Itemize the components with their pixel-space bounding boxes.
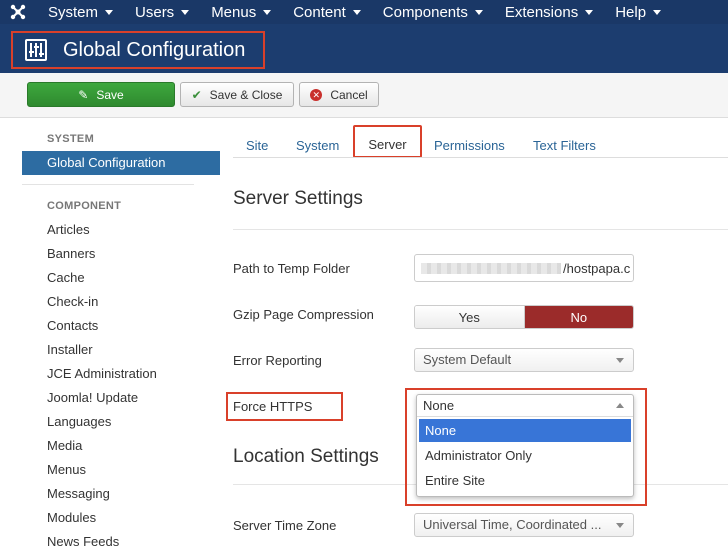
sidebar-item-installer[interactable]: Installer <box>47 342 93 357</box>
force-https-dropdown[interactable]: None None Administrator Only Entire Site <box>416 394 634 497</box>
top-menu-bar: System Users Menus Content Components Ex… <box>0 0 728 24</box>
sidebar-item-media[interactable]: Media <box>47 438 82 453</box>
gzip-toggle: Yes No <box>414 305 634 329</box>
tab-divider <box>233 157 728 158</box>
save-button-label: Save <box>96 87 124 102</box>
sidebar-item-joomla-update[interactable]: Joomla! Update <box>47 390 138 405</box>
location-settings-heading: Location Settings <box>233 446 379 467</box>
server-timezone-value: Universal Time, Coordinated ... <box>423 517 602 532</box>
chevron-down-icon <box>653 9 662 15</box>
joomla-logo-icon-svg <box>10 4 26 20</box>
menu-components-label: Components <box>382 3 468 21</box>
gzip-label: Gzip Page Compression <box>233 307 374 322</box>
sidebar-item-menus[interactable]: Menus <box>47 462 86 477</box>
server-settings-heading: Server Settings <box>233 188 363 209</box>
menu-menus[interactable]: Menus <box>199 0 281 24</box>
sidebar-item-jce-administration[interactable]: JCE Administration <box>47 366 157 381</box>
force-https-current-value[interactable]: None <box>417 395 633 417</box>
https-option-administrator-only[interactable]: Administrator Only <box>419 444 631 467</box>
force-https-label: Force HTTPS <box>233 399 313 414</box>
error-reporting-select[interactable]: System Default <box>414 348 634 372</box>
menu-content[interactable]: Content <box>281 0 371 24</box>
menu-help-label: Help <box>615 3 647 21</box>
page-title: Global Configuration <box>63 38 246 61</box>
temp-folder-input[interactable]: /hostpapa.c <box>414 254 634 282</box>
server-timezone-label: Server Time Zone <box>233 518 337 533</box>
menu-content-label: Content <box>293 3 346 21</box>
tab-server-label: Server <box>368 137 407 152</box>
menu-extensions[interactable]: Extensions <box>493 0 603 24</box>
toolbar: ✎ Save ✔ Save & Close ✕ Cancel <box>0 73 728 118</box>
sidebar-item-languages[interactable]: Languages <box>47 414 111 429</box>
sidebar-item-banners[interactable]: Banners <box>47 246 95 261</box>
chevron-down-icon <box>105 9 114 15</box>
menu-users-label: Users <box>135 3 175 21</box>
chevron-down-icon <box>616 523 624 528</box>
chevron-down-icon <box>616 358 624 363</box>
tab-text-filters[interactable]: Text Filters <box>533 138 596 153</box>
joomla-logo-icon[interactable] <box>0 0 36 24</box>
https-option-entire-site[interactable]: Entire Site <box>419 469 631 492</box>
close-circle-icon: ✕ <box>310 88 323 101</box>
tab-server[interactable]: Server <box>353 125 422 158</box>
https-option-none[interactable]: None <box>419 419 631 442</box>
sliders-icon <box>25 39 47 61</box>
menu-system-label: System <box>48 3 99 21</box>
menu-menus-label: Menus <box>211 3 257 21</box>
error-reporting-value: System Default <box>423 352 512 367</box>
edit-icon: ✎ <box>78 87 89 102</box>
gzip-yes-button[interactable]: Yes <box>415 306 525 328</box>
menu-system[interactable]: System <box>36 0 123 24</box>
sidebar-item-check-in[interactable]: Check-in <box>47 294 98 309</box>
chevron-down-icon <box>585 9 594 15</box>
temp-folder-label: Path to Temp Folder <box>233 261 350 276</box>
tab-permissions[interactable]: Permissions <box>434 138 505 153</box>
menu-components[interactable]: Components <box>371 0 493 24</box>
cancel-label: Cancel <box>330 87 368 102</box>
sidebar: SYSTEM Global Configuration COMPONENT Ar… <box>22 118 220 547</box>
sidebar-item-news-feeds[interactable]: News Feeds <box>47 534 119 547</box>
chevron-up-icon <box>616 403 624 408</box>
server-timezone-select[interactable]: Universal Time, Coordinated ... <box>414 513 634 537</box>
menu-extensions-label: Extensions <box>504 3 579 21</box>
error-reporting-label: Error Reporting <box>233 353 322 368</box>
chevron-down-icon <box>181 9 190 15</box>
tab-site[interactable]: Site <box>246 138 268 153</box>
check-icon: ✔ <box>191 87 202 102</box>
save-button[interactable]: ✎ Save <box>27 82 175 107</box>
tab-system[interactable]: System <box>296 138 339 153</box>
sidebar-divider <box>22 184 194 185</box>
sidebar-item-messaging[interactable]: Messaging <box>47 486 110 501</box>
chevron-down-icon <box>474 9 483 15</box>
force-https-value: None <box>423 398 455 413</box>
temp-folder-value: /hostpapa.c <box>563 261 631 276</box>
sidebar-item-modules[interactable]: Modules <box>47 510 96 525</box>
cancel-button[interactable]: ✕ Cancel <box>299 82 379 107</box>
chevron-down-icon <box>263 9 272 15</box>
sidebar-item-cache[interactable]: Cache <box>47 270 85 285</box>
save-close-button[interactable]: ✔ Save & Close <box>180 82 294 107</box>
section-divider <box>233 229 728 230</box>
blurred-path <box>421 263 561 274</box>
sidebar-heading-component: COMPONENT <box>47 200 122 212</box>
menu-help[interactable]: Help <box>603 0 671 24</box>
menu-users[interactable]: Users <box>123 0 199 24</box>
sidebar-item-global-configuration[interactable]: Global Configuration <box>22 151 220 175</box>
sidebar-heading-system: SYSTEM <box>47 133 95 145</box>
title-bar: Global Configuration <box>0 24 728 73</box>
page-title-highlight: Global Configuration <box>11 31 265 69</box>
sidebar-item-contacts[interactable]: Contacts <box>47 318 98 333</box>
sidebar-item-articles[interactable]: Articles <box>47 222 90 237</box>
save-close-label: Save & Close <box>209 87 283 102</box>
chevron-down-icon <box>352 9 361 15</box>
gzip-no-button[interactable]: No <box>524 306 633 328</box>
